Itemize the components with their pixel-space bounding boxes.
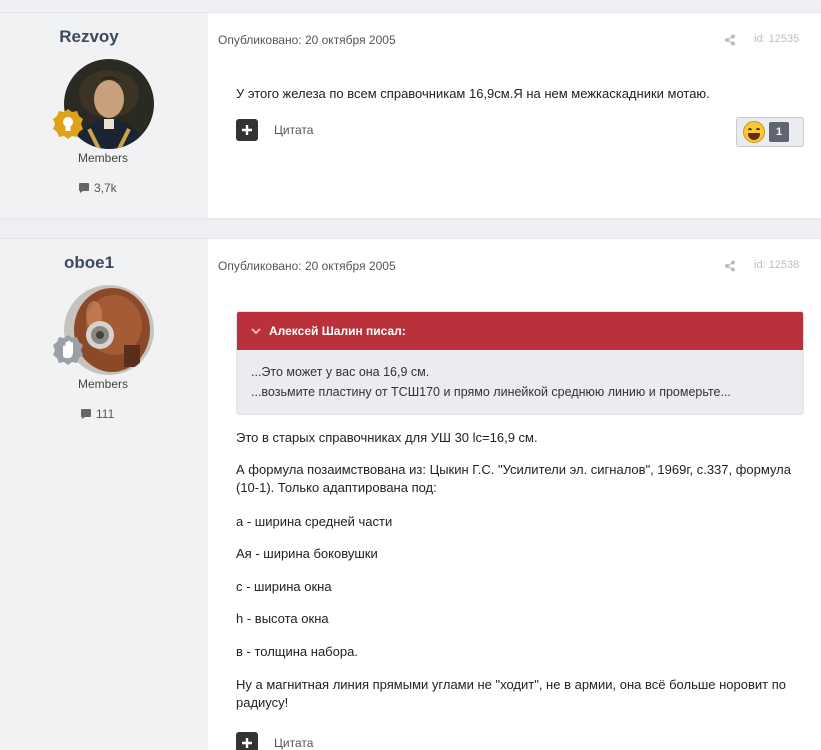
member-group: Members (78, 151, 129, 165)
post-paragraph: с - ширина окна (236, 579, 332, 594)
author-panel: Rezvoy Members 3,7k (0, 13, 208, 218)
author-name-link[interactable]: Rezvoy (0, 27, 178, 47)
hand-icon (52, 334, 84, 366)
comment-icon (81, 409, 91, 419)
member-group: Members (78, 377, 129, 391)
post-content: Опубликовано: 20 октября 2005 id: 12538 … (208, 239, 821, 750)
post-paragraph: Ну а магнитная линия прямыми углами не "… (236, 677, 786, 710)
share-icon[interactable] (724, 34, 736, 46)
quote-button[interactable]: Цитата (274, 123, 313, 137)
post-paragraph: h - высота окна (236, 611, 329, 626)
post-text: У этого железа по всем справочникам 16,9… (236, 86, 710, 101)
post-count-value: 111 (96, 407, 115, 421)
post-paragraph: Это в старых справочниках для УШ 30 lc=1… (236, 430, 538, 445)
post-id: id: 12535 (754, 33, 800, 45)
quote-header[interactable]: Алексей Шалин писал: (237, 312, 803, 350)
lightbulb-icon (52, 108, 84, 140)
chevron-down-icon (251, 328, 261, 335)
post-paragraph: А формула позаимствована из: Цыкин Г.С. … (236, 462, 792, 495)
quote-author: Алексей Шалин писал: (269, 324, 406, 338)
reaction-count: 1 (769, 122, 789, 142)
post-count: 111 (0, 407, 208, 421)
post-count-value: 3,7k (94, 181, 117, 195)
forum-post: Rezvoy Members 3,7k Опубликовано: 20 окт… (0, 12, 821, 218)
published-date[interactable]: Опубликовано: 20 октября 2005 (218, 33, 396, 47)
post-paragraph: а - ширина средней части (236, 514, 393, 529)
quote-line: ...Это может у вас она 16,9 см. (251, 365, 430, 379)
post-paragraph: в - толщина набора. (236, 644, 358, 659)
plus-icon (242, 738, 252, 748)
multiquote-button[interactable] (236, 732, 258, 750)
reaction-button[interactable]: 1 (736, 117, 804, 147)
quote-block: Алексей Шалин писал: ...Это может у вас … (236, 311, 804, 415)
post-count: 3,7k (0, 181, 208, 195)
post-content: Опубликовано: 20 октября 2005 id: 12535 … (208, 13, 821, 218)
multiquote-button[interactable] (236, 119, 258, 141)
comment-icon (79, 183, 89, 193)
post-paragraph: Ая - ширина боковушки (236, 546, 378, 561)
forum-post: oboe1 Members 111 Опубликовано: 20 октяб… (0, 238, 821, 750)
quote-body: ...Это может у вас она 16,9 см. ...возьм… (237, 350, 803, 414)
plus-icon (242, 125, 252, 135)
author-panel: oboe1 Members 111 (0, 239, 208, 750)
laugh-emoji-icon (743, 121, 765, 143)
author-name-link[interactable]: oboe1 (0, 253, 178, 273)
published-date[interactable]: Опубликовано: 20 октября 2005 (218, 259, 396, 273)
quote-line: ...возьмите пластину от ТСШ170 и прямо л… (251, 385, 731, 399)
share-icon[interactable] (724, 260, 736, 272)
post-id: id: 12538 (754, 259, 800, 271)
quote-button[interactable]: Цитата (274, 736, 313, 750)
